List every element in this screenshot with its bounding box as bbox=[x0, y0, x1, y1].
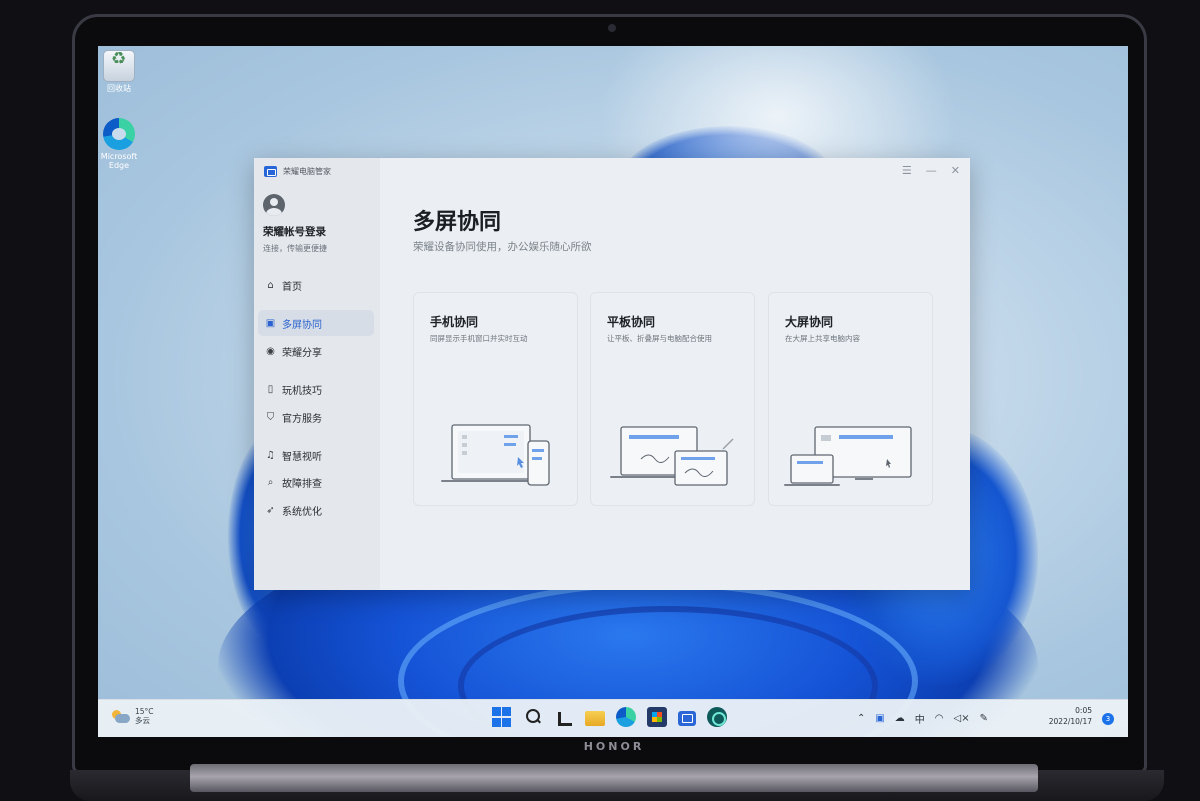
weather-temp: 15°C bbox=[135, 707, 154, 716]
file-explorer-icon[interactable] bbox=[585, 711, 605, 726]
clock-time: 0:05 bbox=[1075, 706, 1092, 715]
card-desc: 让平板、折叠屏与电脑配合使用 bbox=[607, 334, 712, 343]
close-button[interactable]: ✕ bbox=[951, 164, 960, 177]
card-tablet-collab[interactable]: 平板协同 让平板、折叠屏与电脑配合使用 bbox=[590, 292, 755, 506]
store-icon[interactable] bbox=[647, 707, 667, 727]
volume-icon[interactable]: ◁× bbox=[954, 713, 970, 724]
sidebar-item-tips[interactable]: ▯ 玩机技巧 bbox=[258, 376, 374, 402]
sidebar-item-label: 多屏协同 bbox=[282, 319, 322, 331]
start-button[interactable] bbox=[492, 707, 512, 727]
home-icon: ⌂ bbox=[267, 279, 274, 291]
chevron-up-icon[interactable]: ⌃ bbox=[857, 713, 865, 724]
pc-manager-icon[interactable] bbox=[678, 710, 696, 726]
window-controls: ☰ — ✕ bbox=[902, 164, 960, 177]
multi-screen-icon: ▣ bbox=[265, 317, 276, 329]
share-icon: ◉ bbox=[266, 345, 275, 357]
card-title: 手机协同 bbox=[430, 315, 479, 329]
webcam bbox=[608, 24, 616, 32]
card-desc: 同屏显示手机窗口并实时互动 bbox=[430, 334, 528, 343]
card-phone-collab[interactable]: 手机协同 同屏显示手机窗口并实时互动 bbox=[413, 292, 578, 506]
sidebar-item-service[interactable]: ⛉ 官方服务 bbox=[258, 404, 374, 430]
card-bigscreen-collab[interactable]: 大屏协同 在大屏上共享电脑内容 bbox=[768, 292, 933, 506]
page-title: 多屏协同 bbox=[413, 210, 502, 235]
pc-manager-window: 荣耀电脑管家 荣耀帐号登录 连接，传输更便捷 ⌂ 首页 ▣ 多屏协同 ◉ 荣耀分… bbox=[254, 158, 970, 590]
clock[interactable]: 0:05 2022/10/17 bbox=[1049, 705, 1092, 727]
brand-logo: HONOR bbox=[583, 740, 645, 753]
sidebar-item-label: 系统优化 bbox=[282, 506, 322, 518]
desktop-screen: 回收站 Microsoft Edge 荣耀电脑管家 荣耀帐号登录 连接，传输更便… bbox=[98, 46, 1128, 737]
edge-icon[interactable] bbox=[616, 707, 636, 727]
tray-app-icon[interactable]: ▣ bbox=[875, 713, 884, 724]
account-login-link[interactable]: 荣耀帐号登录 bbox=[263, 224, 326, 239]
troubleshoot-icon: ⌕ bbox=[267, 476, 274, 488]
sidebar-item-label: 玩机技巧 bbox=[282, 385, 322, 397]
system-tray: ⌃ ▣ ☁ 中 ◠ ◁× ✎ bbox=[857, 711, 988, 726]
sidebar-item-label: 荣耀分享 bbox=[282, 347, 322, 359]
sidebar-item-multi-screen[interactable]: ▣ 多屏协同 bbox=[258, 310, 374, 336]
phone-laptop-illustration bbox=[441, 424, 550, 486]
sidebar-item-home[interactable]: ⌂ 首页 bbox=[258, 272, 374, 298]
menu-button[interactable]: ☰ bbox=[902, 164, 912, 177]
tablet-laptop-illustration bbox=[610, 426, 734, 486]
recycle-bin-icon bbox=[103, 50, 135, 82]
bigscreen-laptop-illustration bbox=[784, 426, 912, 486]
page-subtitle: 荣耀设备协同使用，办公娱乐随心所欲 bbox=[413, 241, 592, 253]
sidebar-item-optimize[interactable]: ➶ 系统优化 bbox=[258, 497, 374, 523]
sidebar-item-label: 首页 bbox=[282, 281, 302, 293]
optimize-icon: ➶ bbox=[266, 504, 275, 516]
sidebar-item-label: 官方服务 bbox=[282, 413, 322, 425]
app-title-bar: 荣耀电脑管家 bbox=[264, 166, 331, 177]
sidebar: 荣耀电脑管家 荣耀帐号登录 连接，传输更便捷 ⌂ 首页 ▣ 多屏协同 ◉ 荣耀分… bbox=[254, 158, 380, 590]
card-title: 大屏协同 bbox=[785, 315, 834, 329]
wifi-icon[interactable]: ◠ bbox=[935, 713, 944, 724]
pen-icon[interactable]: ✎ bbox=[980, 713, 988, 724]
weather-condition: 多云 bbox=[135, 716, 150, 725]
audio-icon: ♫ bbox=[266, 449, 275, 461]
taskbar-apps bbox=[492, 707, 727, 727]
search-icon[interactable] bbox=[523, 707, 543, 727]
pc-manager-logo-icon bbox=[264, 166, 277, 177]
sidebar-item-audio[interactable]: ♫ 智慧视听 bbox=[258, 442, 374, 468]
clock-date: 2022/10/17 bbox=[1048, 717, 1092, 726]
service-icon: ⛉ bbox=[266, 411, 275, 423]
notification-badge[interactable]: 3 bbox=[1102, 713, 1114, 725]
sidebar-item-label: 故障排查 bbox=[282, 478, 322, 490]
sidebar-item-share[interactable]: ◉ 荣耀分享 bbox=[258, 338, 374, 364]
laptop-hinge bbox=[190, 764, 1038, 792]
cloud-icon[interactable]: ☁ bbox=[895, 713, 905, 724]
card-title: 平板协同 bbox=[607, 315, 656, 329]
weather-widget[interactable]: 15°C 多云 bbox=[112, 707, 154, 725]
card-desc: 在大屏上共享电脑内容 bbox=[785, 334, 860, 343]
sidebar-item-troubleshoot[interactable]: ⌕ 故障排查 bbox=[258, 469, 374, 495]
desktop-icon-label: 回收站 bbox=[107, 84, 131, 93]
desktop-icon-edge[interactable]: Microsoft Edge bbox=[98, 118, 144, 170]
tips-icon: ▯ bbox=[267, 383, 274, 395]
ime-indicator[interactable]: 中 bbox=[915, 711, 925, 726]
avatar[interactable] bbox=[263, 194, 285, 216]
account-login-subtitle: 连接，传输更便捷 bbox=[263, 244, 327, 253]
assistant-icon[interactable] bbox=[707, 707, 727, 727]
partly-cloudy-icon bbox=[112, 709, 130, 723]
desktop-icon-label: Microsoft Edge bbox=[100, 152, 138, 170]
task-view-icon[interactable] bbox=[554, 707, 574, 727]
app-name: 荣耀电脑管家 bbox=[283, 167, 331, 176]
sidebar-item-label: 智慧视听 bbox=[282, 451, 322, 463]
desktop-icon-recycle-bin[interactable]: 回收站 bbox=[98, 50, 144, 93]
minimize-button[interactable]: — bbox=[926, 164, 937, 177]
edge-icon bbox=[103, 118, 135, 150]
taskbar: 15°C 多云 ⌃ ▣ ☁ 中 ◠ ◁× ✎ 0:05 2022/10/17 3 bbox=[98, 699, 1128, 737]
